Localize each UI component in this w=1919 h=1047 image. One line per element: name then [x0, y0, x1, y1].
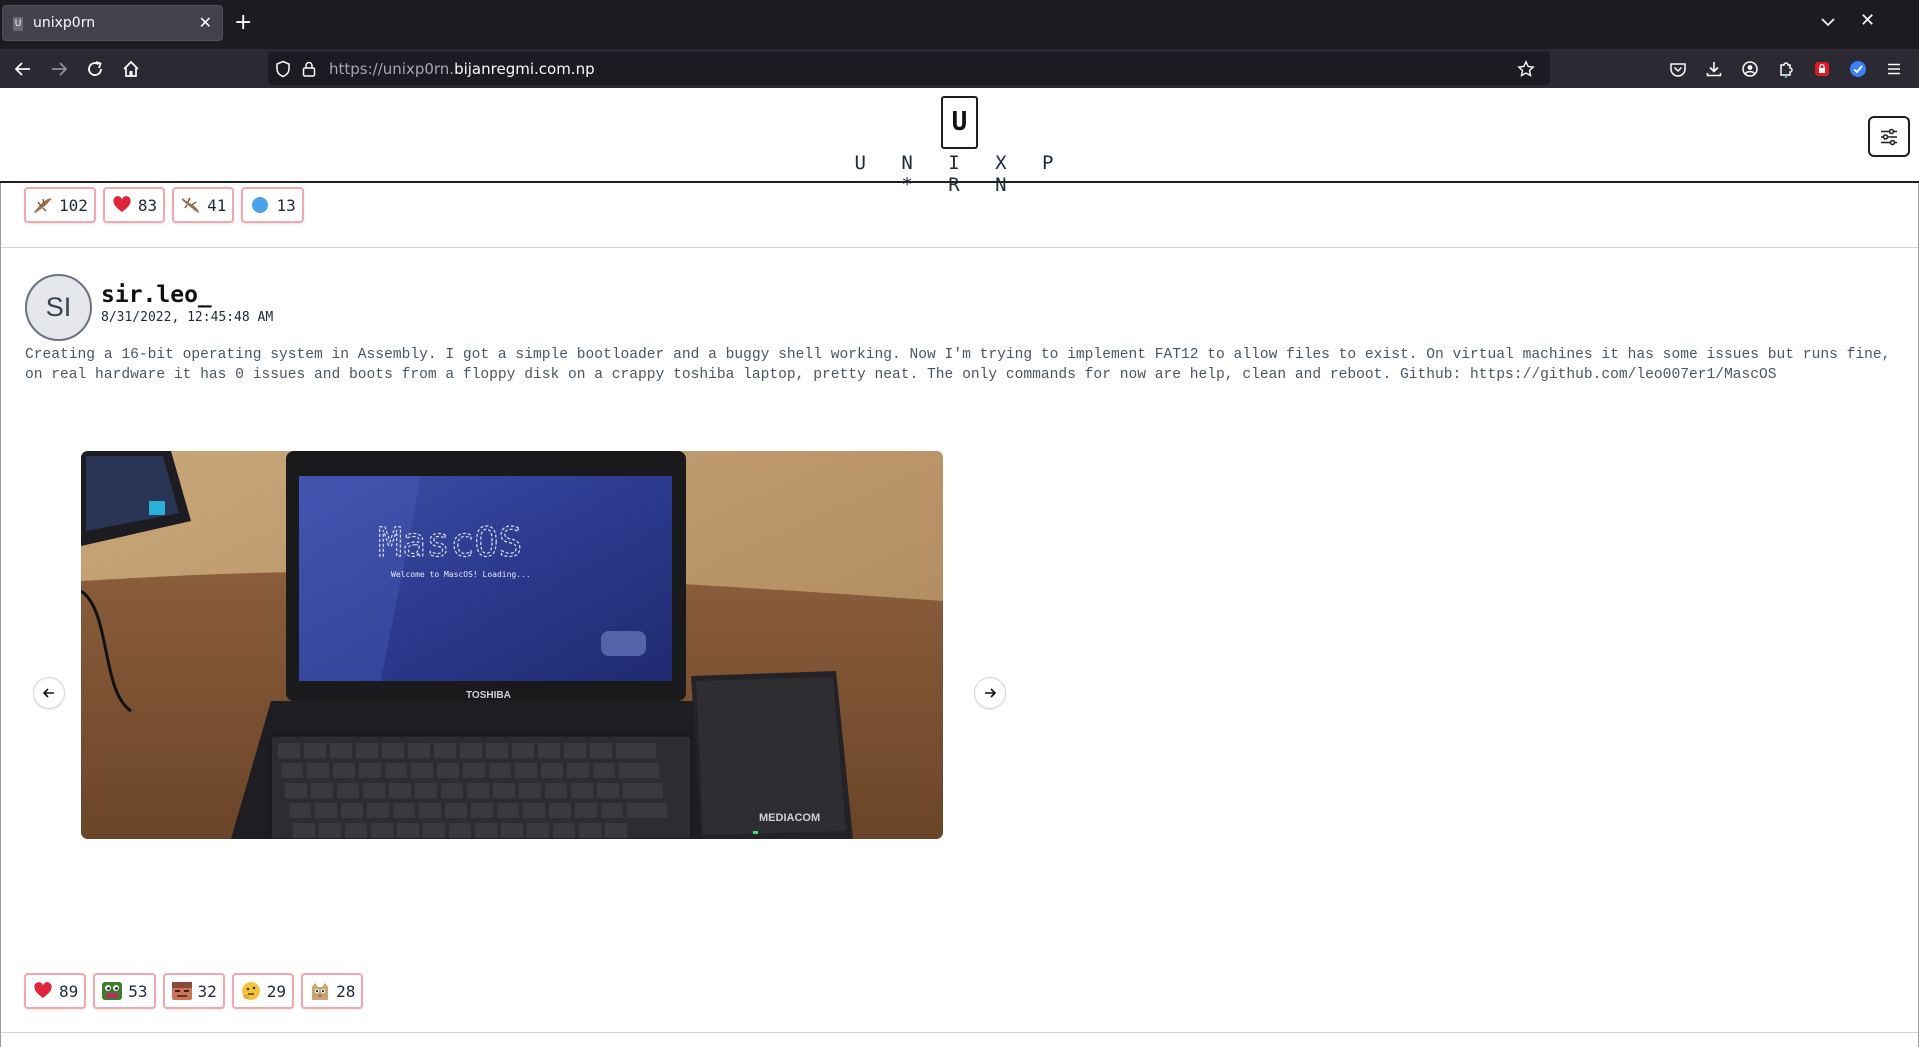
red-heart-emoji-icon — [111, 194, 133, 216]
tracking-shield-icon[interactable] — [274, 60, 292, 78]
forward-arrow-icon[interactable] — [47, 57, 71, 81]
account-icon[interactable] — [1738, 57, 1762, 81]
arrow-right-icon — [985, 688, 997, 698]
drive-brand-label: MEDIACOM — [759, 812, 820, 824]
gecko-emoji-icon — [180, 194, 202, 216]
reaction-count: 41 — [207, 195, 227, 215]
reaction-count: 89 — [59, 981, 79, 1001]
home-icon[interactable] — [119, 57, 143, 81]
reaction-chip[interactable]: 89 — [24, 973, 87, 1009]
site-logo[interactable]: U — [941, 96, 978, 149]
reaction-count: 28 — [336, 981, 356, 1001]
site-favicon-icon: U — [13, 17, 23, 31]
post-body-text: Creating a 16-bit operating system in As… — [25, 347, 1891, 383]
tab-list-chevron-down-icon[interactable] — [1818, 12, 1838, 32]
sliders-icon — [1881, 128, 1897, 145]
thinking-emoji-icon — [240, 980, 262, 1002]
reaction-chip[interactable]: 29 — [231, 973, 295, 1009]
face-emoji-icon — [171, 980, 193, 1002]
downloads-icon[interactable] — [1702, 57, 1726, 81]
extensions-puzzle-icon[interactable] — [1774, 57, 1798, 81]
tab-close-icon[interactable]: ✕ — [199, 13, 212, 32]
carousel-prev-button[interactable] — [33, 677, 65, 709]
previous-post-reactions: 102 83 41 13 — [24, 187, 304, 223]
settings-sliders-button[interactable] — [1868, 116, 1910, 157]
lock-icon[interactable] — [300, 60, 318, 78]
screen-loading-text: Welcome to MascOS! Loading... — [391, 570, 531, 579]
reaction-count: 53 — [128, 981, 148, 1001]
blue-extension-icon[interactable] — [1846, 57, 1870, 81]
url-domain: bijanregmi.com.np — [454, 60, 595, 78]
laptop-photo: MascOS Welcome to MascOS! Loading... TOS… — [81, 451, 943, 839]
reaction-count: 102 — [59, 195, 88, 215]
browser-nav-bar: https://unixp0rn.bijanregmi.com.np — [0, 49, 1919, 88]
screen-ascii-title: MascOS — [378, 520, 523, 566]
cat-emoji-icon — [309, 980, 331, 1002]
new-tab-plus-icon[interactable]: + — [234, 11, 252, 35]
reaction-count: 29 — [266, 981, 287, 1001]
reaction-chip[interactable]: 83 — [102, 187, 166, 223]
blue-circle-emoji-icon — [249, 194, 271, 216]
brown-gecko-emoji-icon — [32, 194, 54, 216]
window-close-icon[interactable]: ✕ — [1860, 10, 1875, 31]
reaction-chip[interactable]: 53 — [93, 973, 156, 1009]
post-divider — [1, 247, 1918, 248]
bookmark-star-icon[interactable] — [1517, 60, 1535, 78]
url-prefix: https://unixp0rn. — [329, 60, 455, 78]
reaction-chip[interactable]: 102 — [24, 187, 96, 223]
reaction-count: 13 — [276, 195, 296, 215]
reaction-count: 83 — [137, 195, 158, 215]
post-reactions: 89 53 32 29 28 — [24, 973, 364, 1009]
reaction-chip[interactable]: 28 — [301, 973, 364, 1009]
post-username[interactable]: sir.leo_ — [101, 282, 212, 308]
reload-icon[interactable] — [83, 57, 107, 81]
reaction-chip[interactable]: 41 — [172, 187, 235, 223]
url-text: https://unixp0rn.bijanregmi.com.np — [329, 60, 595, 78]
post-image[interactable]: MascOS Welcome to MascOS! Loading... TOS… — [81, 451, 943, 839]
browser-tab-active[interactable]: U unixp0rn ✕ — [2, 5, 223, 41]
avatar[interactable]: SI — [25, 274, 92, 341]
tab-title: unixp0rn — [33, 15, 96, 31]
arrow-left-icon — [42, 688, 54, 698]
url-bar[interactable]: https://unixp0rn.bijanregmi.com.np — [268, 52, 1550, 85]
reaction-chip[interactable]: 32 — [162, 973, 225, 1009]
browser-tab-bar: U unixp0rn ✕ + ✕ — [0, 0, 1919, 49]
carousel-next-button[interactable] — [974, 677, 1006, 709]
back-arrow-icon[interactable] — [11, 57, 35, 81]
site-name: U N I X P * R N — [854, 152, 1066, 196]
hamburger-menu-icon[interactable] — [1882, 57, 1906, 81]
pocket-icon[interactable] — [1666, 57, 1690, 81]
reaction-chip[interactable]: 13 — [241, 187, 304, 223]
laptop-brand-label: TOSHIBA — [466, 690, 511, 701]
post-divider-bottom — [1, 1032, 1918, 1033]
post-timestamp: 8/31/2022, 12:45:48 AM — [101, 310, 274, 325]
pepe-frog-emoji-icon — [101, 980, 123, 1002]
reaction-count: 32 — [197, 981, 217, 1001]
red-heart-emoji-icon — [32, 980, 54, 1002]
red-lock-extension-icon[interactable] — [1810, 57, 1834, 81]
site-header: U U N I X P * R N — [0, 88, 1919, 196]
